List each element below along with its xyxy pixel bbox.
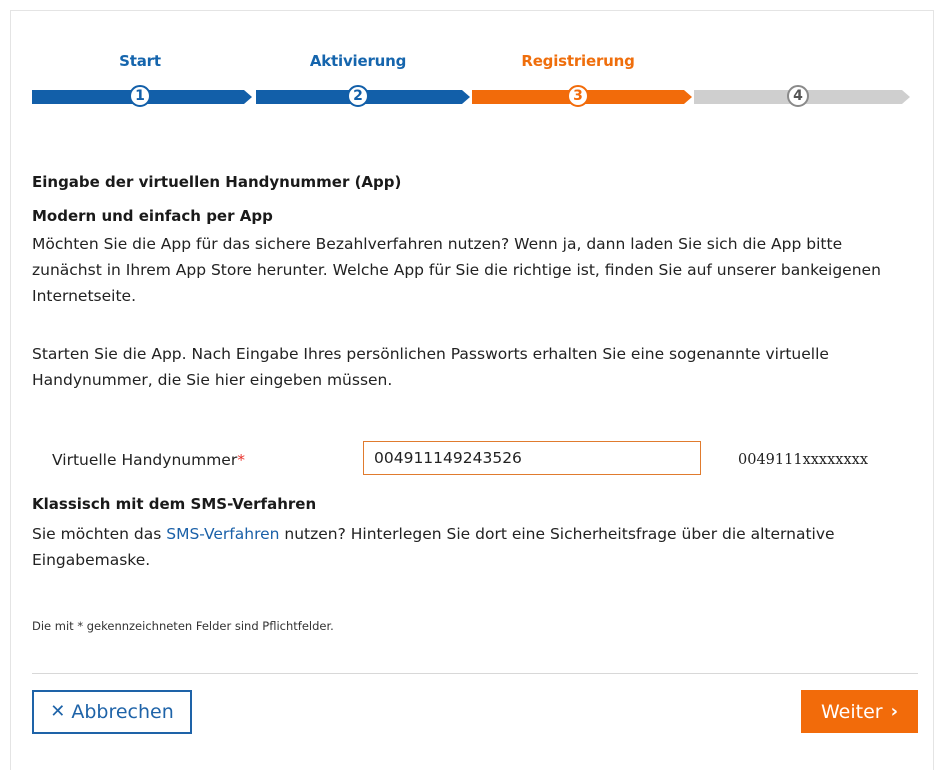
- step-arrow-2: [462, 90, 470, 104]
- app-section-paragraph-1: Möchten Sie die App für das sichere Beza…: [32, 235, 881, 305]
- sms-section-paragraph: Sie möchten das SMS-Verfahren nutzen? Hi…: [32, 521, 912, 573]
- step-circle-1: 1: [129, 85, 151, 107]
- step-circle-4: 4: [787, 85, 809, 107]
- step-label-registrierung: Registrierung: [521, 52, 635, 70]
- step-label-start: Start: [119, 52, 161, 70]
- app-section-paragraph-2: Starten Sie die App. Nach Eingabe Ihres …: [32, 345, 829, 389]
- app-section-heading: Modern und einfach per App: [32, 207, 273, 225]
- cancel-button[interactable]: ✕ Abbrechen: [32, 690, 192, 734]
- next-button-label: Weiter: [820, 700, 883, 723]
- step-circle-3: 3: [567, 85, 589, 107]
- phone-number-label: Virtuelle Handynummer*: [52, 451, 245, 469]
- page-title: Eingabe der virtuellen Handynummer (App): [32, 173, 402, 191]
- step-arrow-3: [684, 90, 692, 104]
- step-circle-2: 2: [347, 85, 369, 107]
- step-arrow-1: [244, 90, 252, 104]
- next-button[interactable]: Weiter ›: [801, 690, 918, 733]
- cancel-button-label: Abbrechen: [71, 701, 174, 723]
- step-arrow-4: [902, 90, 910, 104]
- footer-divider: [32, 673, 918, 674]
- chevron-right-icon: ›: [890, 700, 898, 722]
- sms-text-before: Sie möchten das: [32, 525, 167, 543]
- virtual-phone-number-input[interactable]: [363, 441, 701, 475]
- sms-section-heading: Klassisch mit dem SMS-Verfahren: [32, 495, 317, 513]
- close-icon: ✕: [50, 701, 66, 722]
- phone-format-hint: 0049111xxxxxxxx: [738, 452, 868, 468]
- phone-number-label-text: Virtuelle Handynummer: [52, 451, 238, 469]
- required-asterisk: *: [237, 451, 245, 469]
- sms-procedure-link[interactable]: SMS-Verfahren: [166, 525, 279, 543]
- required-fields-note: Die mit * gekennzeichneten Felder sind P…: [32, 619, 334, 633]
- step-label-aktivierung: Aktivierung: [309, 52, 407, 70]
